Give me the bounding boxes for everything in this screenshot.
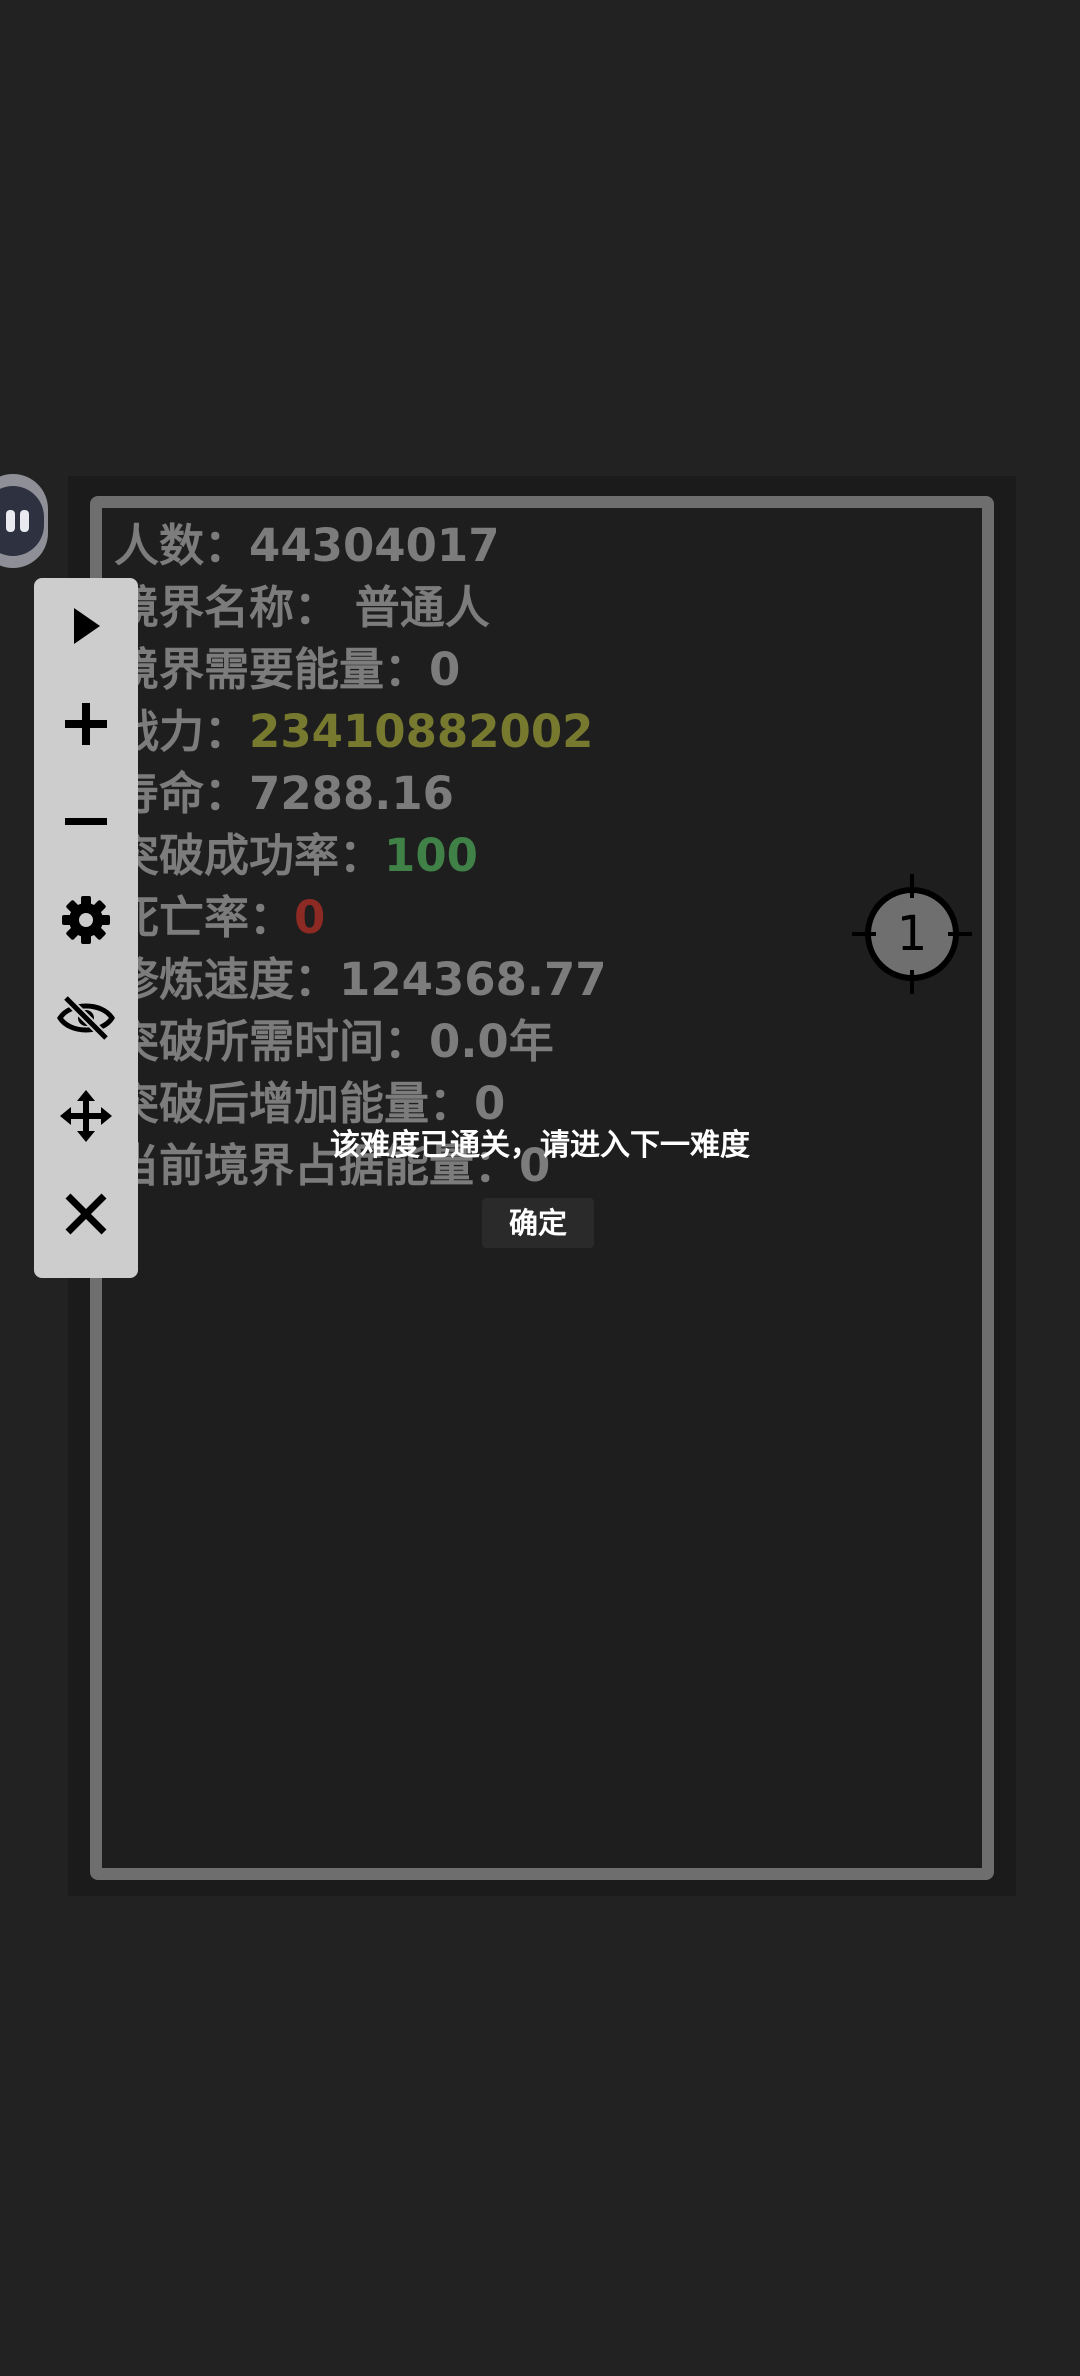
- stat-value: 0: [429, 643, 461, 696]
- close-button[interactable]: [34, 1166, 138, 1262]
- stat-label: 突破所需时间：: [114, 1015, 430, 1068]
- play-button[interactable]: [34, 578, 138, 674]
- gear-icon: [62, 896, 110, 944]
- stat-label: 人数：: [114, 519, 250, 572]
- stat-lifespan: 寿命：7288.16: [114, 763, 934, 825]
- stat-label: 突破后增加能量：: [114, 1077, 475, 1130]
- stat-combat-power: 战力：23410882002: [114, 701, 934, 763]
- hide-button[interactable]: [34, 970, 138, 1066]
- close-icon: [65, 1193, 107, 1235]
- game-screen: 人数：44304017 境界名称： 普通人 境界需要能量：0 战力：234108…: [0, 0, 1080, 2376]
- stat-value: 7288.16: [249, 767, 454, 820]
- stat-realm-energy-required: 境界需要能量：0: [114, 639, 934, 701]
- stat-value: 0.0年: [429, 1015, 554, 1068]
- eye-off-icon: [57, 994, 115, 1042]
- stats-list: 人数：44304017 境界名称： 普通人 境界需要能量：0 战力：234108…: [114, 515, 934, 1197]
- stat-death-rate: 死亡率：0: [114, 887, 934, 949]
- stat-label: 死亡率：: [114, 891, 295, 944]
- play-icon: [74, 608, 100, 644]
- target-marker-number: 1: [897, 906, 928, 962]
- subtract-button[interactable]: [34, 774, 138, 870]
- minus-icon: [65, 818, 107, 825]
- floating-toolbar: [34, 578, 138, 1278]
- stat-value: 23410882002: [249, 705, 594, 758]
- stat-label: 境界名称：: [114, 581, 340, 634]
- stat-value: 124368.77: [339, 953, 607, 1006]
- crosshair-icon: 1: [852, 874, 972, 994]
- stat-label: 突破成功率：: [114, 829, 385, 882]
- stat-value: 44304017: [249, 519, 500, 572]
- dialog-message: 该难度已通关，请进入下一难度: [330, 1128, 750, 1163]
- stat-breakthrough-success-rate: 突破成功率：100: [114, 825, 934, 887]
- stat-value: 100: [384, 829, 478, 882]
- floating-assistant-button[interactable]: [0, 474, 48, 568]
- stat-realm-name: 境界名称： 普通人: [114, 577, 934, 639]
- stat-label: 境界需要能量：: [114, 643, 430, 696]
- stat-breakthrough-time: 突破所需时间：0.0年: [114, 1011, 934, 1073]
- settings-button[interactable]: [34, 872, 138, 968]
- stat-value: 0: [474, 1077, 506, 1130]
- add-button[interactable]: [34, 676, 138, 772]
- assistant-face-icon: [0, 486, 44, 556]
- stat-cultivation-speed: 修炼速度：124368.77: [114, 949, 934, 1011]
- stat-population: 人数：44304017: [114, 515, 934, 577]
- plus-icon: [65, 703, 107, 745]
- stat-value: 普通人: [354, 581, 490, 634]
- target-marker[interactable]: 1: [852, 872, 972, 996]
- stat-value: 0: [294, 891, 326, 944]
- confirm-button[interactable]: 确定: [482, 1198, 594, 1248]
- stat-label: 修炼速度：: [114, 953, 340, 1006]
